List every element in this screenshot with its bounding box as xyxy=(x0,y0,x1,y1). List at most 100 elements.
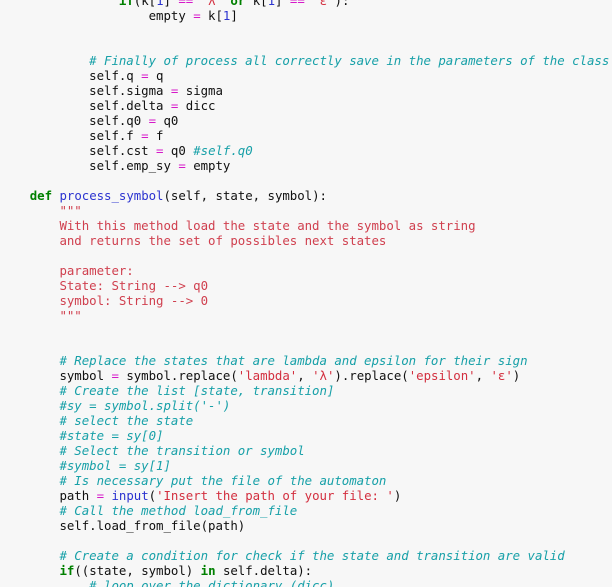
code-line[interactable]: """ xyxy=(0,308,612,323)
code-token-plain: self.f xyxy=(0,128,142,143)
code-token-op: = xyxy=(141,68,149,83)
code-line[interactable]: self.delta = dicc xyxy=(0,98,612,113)
code-line[interactable]: if((state, symbol) in self.delta): xyxy=(0,563,612,578)
code-line[interactable]: and returns the set of possibles next st… xyxy=(0,233,612,248)
code-line[interactable]: With this method load the state and the … xyxy=(0,218,612,233)
code-token-doc: State: String --> q0 xyxy=(0,278,209,293)
code-token-comment: #sy = symbol.split('-') xyxy=(0,398,231,413)
code-token-plain: self.sigma xyxy=(0,83,171,98)
code-line[interactable]: # select the state xyxy=(0,413,612,428)
code-token-plain: f xyxy=(148,128,164,143)
code-token-doc: and returns the set of possibles next st… xyxy=(0,233,387,248)
code-token-string: 'ε' xyxy=(312,0,335,8)
code-token-string: 'λ' xyxy=(312,368,335,383)
code-token-doc xyxy=(0,248,59,263)
code-token-string: 'Insert the path of your file: ' xyxy=(156,488,394,503)
code-line[interactable]: State: String --> q0 xyxy=(0,278,612,293)
code-token-comment: # loop over the dictionary (dicc) xyxy=(0,578,335,587)
code-line[interactable] xyxy=(0,338,612,353)
code-token-comment: #self.q0 xyxy=(193,143,253,158)
code-line[interactable]: self.q = q xyxy=(0,68,612,83)
code-token-plain: k[ xyxy=(245,0,268,8)
code-line[interactable] xyxy=(0,173,612,188)
code-token-plain: ((state, symbol) xyxy=(74,563,201,578)
code-token-doc: With this method load the state and the … xyxy=(0,218,476,233)
code-line[interactable]: self.load_from_file(path) xyxy=(0,518,612,533)
code-token-plain: ).replace( xyxy=(334,368,409,383)
code-token-op: = xyxy=(148,113,157,128)
code-token-string: 'ε' xyxy=(490,368,513,383)
code-token-plain: empty xyxy=(0,8,194,23)
code-line[interactable]: if(k[1] == 'λ' or k[1] == 'ε'): xyxy=(0,0,612,8)
code-token-plain: ( xyxy=(148,488,157,503)
code-token-plain: path xyxy=(0,488,97,503)
code-line[interactable] xyxy=(0,533,612,548)
code-line[interactable]: def process_symbol(self, state, symbol): xyxy=(0,188,612,203)
code-token-plain: q xyxy=(148,68,164,83)
code-token-op: == xyxy=(178,0,194,8)
code-token-plain: self.delta): xyxy=(215,563,313,578)
code-token-keyword: or xyxy=(230,0,246,8)
code-token-keyword: in xyxy=(200,563,216,578)
code-token-keyword: def xyxy=(29,188,53,203)
code-line[interactable]: self.emp_sy = empty xyxy=(0,158,612,173)
code-token-string: 'lambda' xyxy=(237,368,298,383)
code-line[interactable]: # Create a condition for check if the st… xyxy=(0,548,612,563)
code-token-plain: symbol.replace( xyxy=(118,368,238,383)
code-token-plain: q0 xyxy=(156,113,179,128)
code-line[interactable] xyxy=(0,38,612,53)
code-line[interactable]: # Select the transition or symbol xyxy=(0,443,612,458)
code-line[interactable]: self.f = f xyxy=(0,128,612,143)
code-token-string: 'epsilon' xyxy=(408,368,476,383)
code-line[interactable]: symbol = symbol.replace('lambda', 'λ').r… xyxy=(0,368,612,383)
code-token-comment: # Call the method load_from_file xyxy=(0,503,298,518)
code-token-op: = xyxy=(141,128,149,143)
code-token-plain: ] xyxy=(275,0,290,8)
code-token-comment: #state = sy[0] xyxy=(0,428,164,443)
code-line[interactable]: parameter: xyxy=(0,263,612,278)
code-line[interactable]: # Call the method load_from_file xyxy=(0,503,612,518)
python-code-view[interactable]: if(k[1] == 'λ' or k[1] == 'ε'): empty = … xyxy=(0,0,612,587)
code-line[interactable] xyxy=(0,248,612,263)
code-token-comment: # Create a condition for check if the st… xyxy=(0,548,565,563)
code-token-comment: # Select the transition or symbol xyxy=(0,443,305,458)
code-token-comment: # select the state xyxy=(0,413,194,428)
code-line[interactable]: self.sigma = sigma xyxy=(0,83,612,98)
code-token-plain: , xyxy=(297,368,313,383)
code-line[interactable]: #sy = symbol.split('-') xyxy=(0,398,612,413)
code-line[interactable]: self.q0 = q0 xyxy=(0,113,612,128)
code-line[interactable]: #symbol = sy[1] xyxy=(0,458,612,473)
code-token-keyword: if xyxy=(118,0,134,8)
code-line[interactable]: self.cst = q0 #self.q0 xyxy=(0,143,612,158)
code-token-plain: ): xyxy=(334,0,350,8)
code-token-plain: symbol xyxy=(0,368,112,383)
code-line[interactable]: path = input('Insert the path of your fi… xyxy=(0,488,612,503)
code-token-plain: , xyxy=(475,368,491,383)
code-token-plain: ) xyxy=(512,368,521,383)
code-line[interactable] xyxy=(0,23,612,38)
code-line[interactable]: """ xyxy=(0,203,612,218)
code-token-plain: sigma xyxy=(178,83,223,98)
code-line[interactable]: # loop over the dictionary (dicc) xyxy=(0,578,612,587)
code-line[interactable] xyxy=(0,323,612,338)
code-line[interactable]: # Replace the states that are lambda and… xyxy=(0,353,612,368)
code-line[interactable]: # Finally of process all correctly save … xyxy=(0,53,612,68)
code-token-plain: ] xyxy=(163,0,179,8)
code-token-plain: ] xyxy=(230,8,238,23)
code-line[interactable]: symbol: String --> 0 xyxy=(0,293,612,308)
code-token-plain: empty xyxy=(185,158,231,173)
code-line[interactable]: #state = sy[0] xyxy=(0,428,612,443)
code-token-string: 'λ' xyxy=(200,0,223,8)
code-line-list: if(k[1] == 'λ' or k[1] == 'ε'): empty = … xyxy=(0,0,612,587)
code-token-op: = xyxy=(111,368,119,383)
code-token-plain: k[ xyxy=(200,8,223,23)
code-token-plain: self.q xyxy=(0,68,142,83)
code-line[interactable]: # Create the list [state, transition] xyxy=(0,383,612,398)
code-line[interactable]: # Is necessary put the file of the autom… xyxy=(0,473,612,488)
code-line[interactable]: empty = k[1] xyxy=(0,8,612,23)
code-token-plain: (self, state, symbol): xyxy=(163,188,327,203)
code-token-doc: symbol: String --> 0 xyxy=(0,293,209,308)
